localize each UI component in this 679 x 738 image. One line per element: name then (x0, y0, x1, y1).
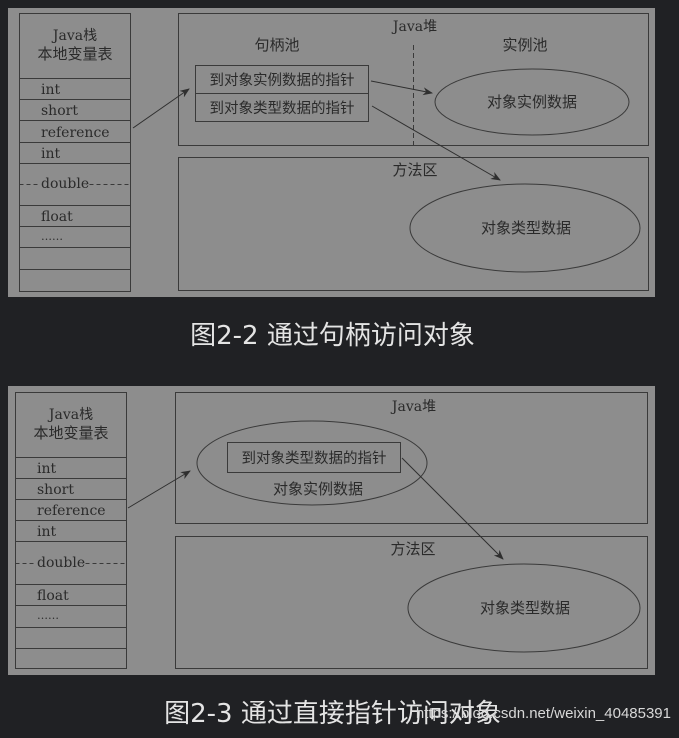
stack-row-double: double (37, 555, 85, 571)
stack-title-java-stack: Java栈 (51, 28, 97, 44)
stack-row-int: int (37, 524, 56, 540)
diagram-canvas: Java栈 本地变量表 int short reference int doub… (15, 13, 649, 669)
stack-row-double: double (41, 176, 89, 192)
reference-to-instance-arrow (127, 470, 191, 509)
stack-row-float: float (41, 209, 73, 225)
stack-row-float: float (37, 588, 69, 604)
handle-pool-label: 句柄池 (254, 36, 299, 54)
stack-row-ellipsis: …… (41, 230, 63, 243)
handle-entry-type-pointer: 到对象类型数据的指针 (210, 100, 355, 117)
reference-to-handle-arrow (132, 88, 190, 129)
instance-data-label: 对象实例数据 (487, 93, 577, 111)
instance-pool-label: 实例池 (502, 36, 547, 54)
stack-row-short: short (41, 103, 78, 119)
stack-row-reference: reference (37, 503, 106, 519)
type-pointer-label: 到对象类型数据的指针 (242, 450, 387, 467)
figure-2-2: Java栈 本地变量表 int short reference int doub… (19, 13, 649, 292)
java-heap-title: Java堆 (390, 399, 436, 415)
stack-row-ellipsis: …… (37, 609, 59, 622)
java-heap-title: Java堆 (391, 19, 437, 35)
method-area-title: 方法区 (390, 540, 435, 558)
stack-title-local-vars: 本地变量表 (37, 45, 112, 63)
stack-row-int: int (37, 461, 56, 477)
method-area-title: 方法区 (392, 161, 437, 179)
figure-2-3: Java栈 本地变量表 int short reference int doub… (15, 392, 648, 669)
watermark: https://blog.csdn.net/weixin_40485391 (415, 705, 671, 722)
type-data-label: 对象类型数据 (480, 599, 570, 617)
stack-title-local-vars: 本地变量表 (33, 424, 108, 442)
stack-row-int: int (41, 146, 60, 162)
stack-title-java-stack: Java栈 (47, 407, 93, 423)
handle-entry-instance-pointer: 到对象实例数据的指针 (210, 72, 355, 89)
stack-row-short: short (37, 482, 74, 498)
type-data-label: 对象类型数据 (481, 219, 571, 237)
handle-to-instance-arrow (370, 80, 433, 96)
stack-row-reference: reference (41, 125, 110, 141)
instance-data-label: 对象实例数据 (273, 480, 363, 498)
figure-2-2-caption: 图2-2 通过句柄访问对象 (190, 321, 475, 351)
stack-row-int: int (41, 82, 60, 98)
